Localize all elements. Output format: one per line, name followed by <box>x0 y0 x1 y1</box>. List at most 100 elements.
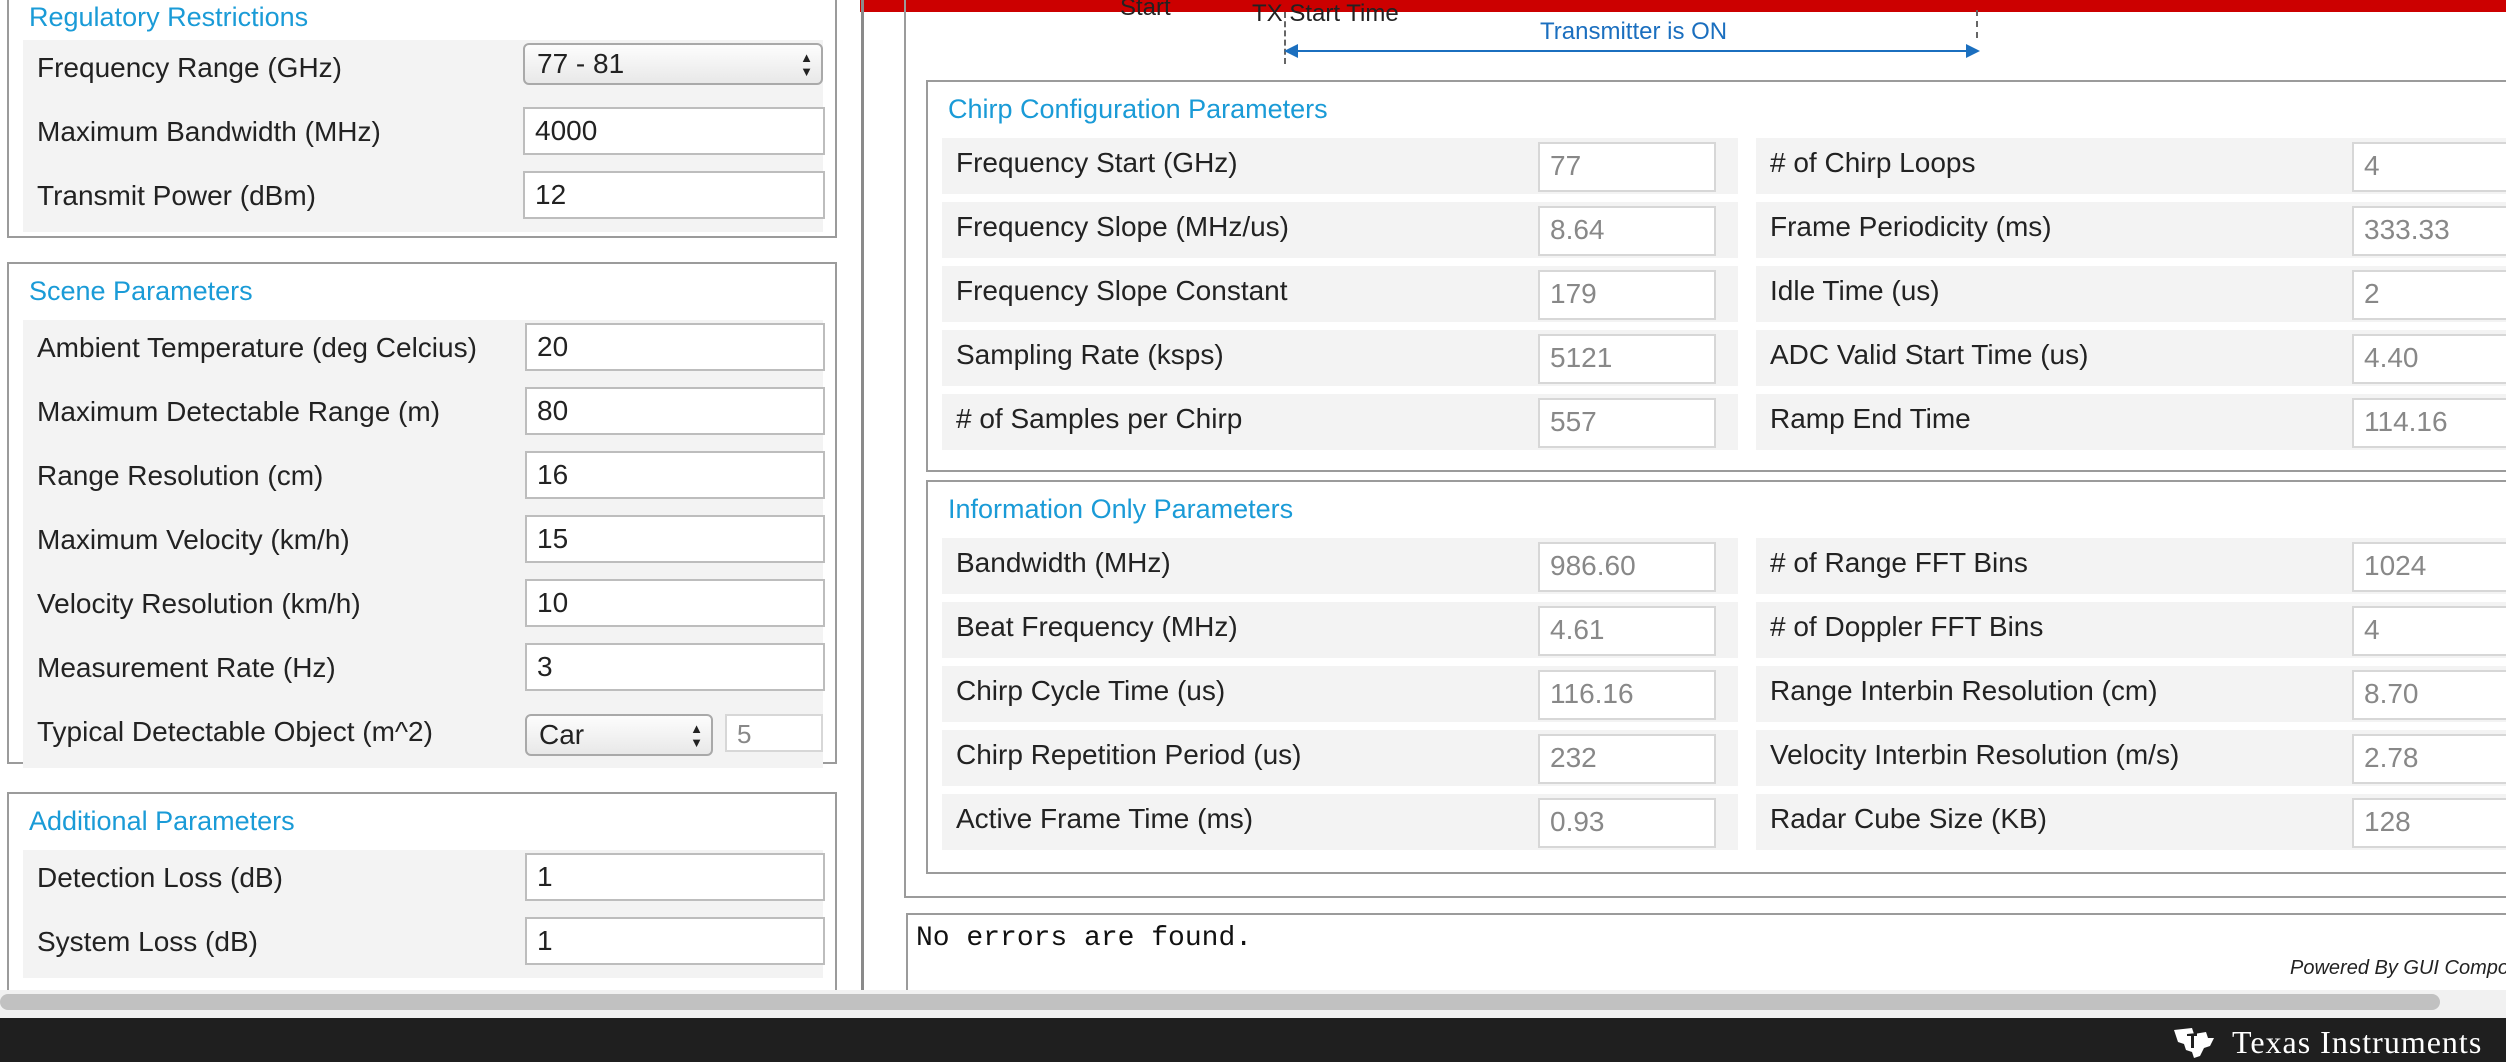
chirp-row-frame-periodicity: Frame Periodicity (ms) 333.33 <box>1756 202 2506 258</box>
transmitter-on-arrow <box>1286 50 1976 52</box>
param-label: Bandwidth (MHz) <box>956 547 1171 578</box>
info-row-radar-cube-size: Radar Cube Size (KB) 128 <box>1756 794 2506 850</box>
info-row-velocity-interbin-resolution: Velocity Interbin Resolution (m/s) 2.78 <box>1756 730 2506 786</box>
idle-time-value: 2 <box>2352 270 2506 320</box>
param-row-typical-object: Typical Detectable Object (m^2) Car ▲ ▼ 5 <box>23 704 823 768</box>
group-title: Information Only Parameters <box>948 494 1294 524</box>
param-label: # of Doppler FFT Bins <box>1770 611 2044 642</box>
typical-object-rcs-value: 5 <box>725 714 823 752</box>
chirp-loops-value: 4 <box>2352 142 2506 192</box>
horizontal-scrollbar[interactable] <box>0 990 2506 1018</box>
select-value: Car <box>539 719 585 750</box>
info-row-range-fft-bins: # of Range FFT Bins 1024 <box>1756 538 2506 594</box>
velocity-interbin-resolution-value: 2.78 <box>2352 734 2506 784</box>
chirp-row-idle-time: Idle Time (us) 2 <box>1756 266 2506 322</box>
info-row-range-interbin-resolution: Range Interbin Resolution (cm) 8.70 <box>1756 666 2506 722</box>
group-title: Scene Parameters <box>29 276 253 306</box>
regulatory-restrictions-group: Regulatory Restrictions Frequency Range … <box>7 0 837 238</box>
information-only-group: Information Only Parameters Bandwidth (M… <box>926 480 2506 874</box>
arrow-right-icon <box>1966 44 1980 58</box>
beat-frequency-value: 4.61 <box>1538 606 1716 656</box>
max-detectable-range-input[interactable]: 80 <box>525 387 825 435</box>
param-label: Frame Periodicity (ms) <box>1770 211 2052 242</box>
param-label: Range Resolution (cm) <box>37 460 324 491</box>
frequency-slope-constant-value: 179 <box>1538 270 1716 320</box>
scrollbar-thumb[interactable] <box>0 994 2440 1010</box>
detection-loss-input[interactable]: 1 <box>525 853 825 901</box>
ramp-end-marker <box>1976 10 1978 38</box>
param-row-ambient-temperature: Ambient Temperature (deg Celcius) 20 <box>23 320 825 384</box>
param-label: # of Range FFT Bins <box>1770 547 2028 578</box>
ambient-temperature-input[interactable]: 20 <box>525 323 825 371</box>
active-frame-time-value: 0.93 <box>1538 798 1716 848</box>
error-message-box[interactable]: No errors are found. Powered By GUI Comp… <box>906 913 2506 993</box>
param-label: Frequency Slope Constant <box>956 275 1288 306</box>
velocity-resolution-input[interactable]: 10 <box>525 579 825 627</box>
max-bandwidth-input[interactable]: 4000 <box>523 107 825 155</box>
chirp-row-adc-valid-start: ADC Valid Start Time (us) 4.40 <box>1756 330 2506 386</box>
param-label: # of Chirp Loops <box>1770 147 1976 178</box>
output-parameters-panel: Start TX Start Time Transmitter is ON Ch… <box>866 0 2506 993</box>
info-row-doppler-fft-bins: # of Doppler FFT Bins 4 <box>1756 602 2506 658</box>
start-label: Start <box>1120 0 1171 21</box>
param-label: Active Frame Time (ms) <box>956 803 1254 834</box>
group-title: Regulatory Restrictions <box>29 2 309 32</box>
transmit-power-input[interactable]: 12 <box>523 171 825 219</box>
chirp-row-frequency-slope: Frequency Slope (MHz/us) 8.64 <box>942 202 1738 258</box>
range-resolution-input[interactable]: 16 <box>525 451 825 499</box>
param-label: Ramp End Time <box>1770 403 1971 434</box>
info-row-chirp-cycle-time: Chirp Cycle Time (us) 116.16 <box>942 666 1738 722</box>
panel-divider[interactable] <box>861 0 864 990</box>
chirp-row-sampling-rate: Sampling Rate (ksps) 5121 <box>942 330 1738 386</box>
param-row-detection-loss: Detection Loss (dB) 1 <box>23 850 825 914</box>
max-velocity-input[interactable]: 15 <box>525 515 825 563</box>
radar-cube-size-value: 128 <box>2352 798 2506 848</box>
frame-periodicity-value: 333.33 <box>2352 206 2506 256</box>
param-label: Maximum Bandwidth (MHz) <box>37 116 381 147</box>
param-label: Chirp Cycle Time (us) <box>956 675 1226 706</box>
tx-start-time-label: TX Start Time <box>1252 0 1399 27</box>
footer-bar: Texas Instruments <box>0 1018 2506 1062</box>
param-label: Radar Cube Size (KB) <box>1770 803 2048 834</box>
param-row-frequency-range: Frequency Range (GHz) 77 - 81 ▲ ▼ <box>23 40 823 104</box>
sampling-rate-value: 5121 <box>1538 334 1716 384</box>
transmitter-on-label: Transmitter is ON <box>1540 18 1728 45</box>
param-label: Maximum Detectable Range (m) <box>37 396 441 427</box>
param-label: Ambient Temperature (deg Celcius) <box>37 332 477 363</box>
param-label: Chirp Repetition Period (us) <box>956 739 1302 770</box>
doppler-fft-bins-value: 4 <box>2352 606 2506 656</box>
select-value: 77 - 81 <box>537 48 625 79</box>
param-label: Transmit Power (dBm) <box>37 180 317 211</box>
select-arrows-icon: ▲ ▼ <box>800 50 813 79</box>
frequency-start-value: 77 <box>1538 142 1716 192</box>
chirp-row-frequency-start: Frequency Start (GHz) 77 <box>942 138 1738 194</box>
param-row-max-bandwidth: Maximum Bandwidth (MHz) 4000 <box>23 104 825 168</box>
param-label: # of Samples per Chirp <box>956 403 1243 434</box>
chirp-configuration-group: Chirp Configuration Parameters Frequency… <box>926 80 2506 472</box>
system-loss-input[interactable]: 1 <box>525 917 825 965</box>
param-row-max-velocity: Maximum Velocity (km/h) 15 <box>23 512 825 576</box>
chirp-cycle-time-value: 116.16 <box>1538 670 1716 720</box>
chirp-row-chirp-loops: # of Chirp Loops 4 <box>1756 138 2506 194</box>
param-label: Frequency Start (GHz) <box>956 147 1238 178</box>
measurement-rate-input[interactable]: 3 <box>525 643 825 691</box>
frequency-range-select[interactable]: 77 - 81 ▲ ▼ <box>523 43 823 85</box>
ramp-end-time-value: 114.16 <box>2352 398 2506 448</box>
frequency-slope-value: 8.64 <box>1538 206 1716 256</box>
typical-object-select[interactable]: Car ▲ ▼ <box>525 714 713 756</box>
param-label: Detection Loss (dB) <box>37 862 283 893</box>
arrow-left-icon <box>1284 44 1298 58</box>
param-label: Maximum Velocity (km/h) <box>37 524 350 555</box>
param-label: Beat Frequency (MHz) <box>956 611 1238 642</box>
powered-by-link[interactable]: Powered By GUI Composer ™ <box>2290 957 2506 980</box>
param-label: Measurement Rate (Hz) <box>37 652 336 683</box>
param-label: Velocity Interbin Resolution (m/s) <box>1770 739 2180 770</box>
samples-per-chirp-value: 557 <box>1538 398 1716 448</box>
param-row-system-loss: System Loss (dB) 1 <box>23 914 825 978</box>
group-title: Additional Parameters <box>29 806 295 836</box>
param-row-measurement-rate: Measurement Rate (Hz) 3 <box>23 640 825 704</box>
param-label: Frequency Slope (MHz/us) <box>956 211 1290 242</box>
scene-parameters-group: Scene Parameters Ambient Temperature (de… <box>7 262 837 768</box>
chirp-row-frequency-slope-constant: Frequency Slope Constant 179 <box>942 266 1738 322</box>
param-label: System Loss (dB) <box>37 926 258 957</box>
